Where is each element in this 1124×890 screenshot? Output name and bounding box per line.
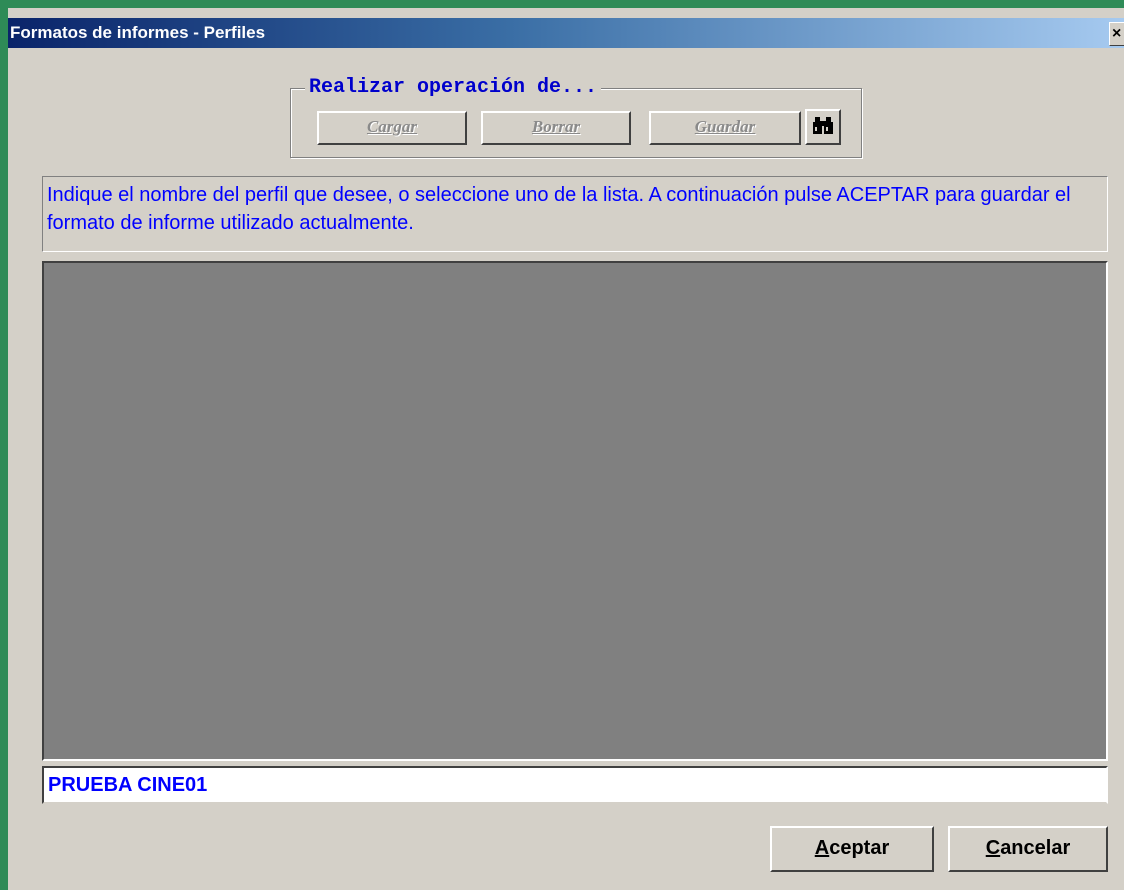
profiles-list[interactable] xyxy=(42,261,1108,761)
close-button[interactable]: × xyxy=(1109,22,1124,46)
window-title: Formatos de informes - Perfiles xyxy=(10,23,266,42)
load-button-label: Cargar xyxy=(366,117,418,136)
cancel-button-mnemonic: C xyxy=(985,837,1001,859)
delete-button-label: Borrar xyxy=(531,117,581,136)
cancel-button-label: ancelar xyxy=(1000,837,1071,859)
search-button[interactable] xyxy=(805,109,841,145)
accept-button-label: ceptar xyxy=(829,837,890,859)
operation-group-legend: Realizar operación de... xyxy=(305,76,602,99)
accept-button-mnemonic: A xyxy=(814,837,830,859)
save-button-label: Guardar xyxy=(694,117,756,136)
save-button[interactable]: Guardar xyxy=(649,111,801,145)
profile-name-input[interactable] xyxy=(42,766,1108,804)
accept-button[interactable]: Aceptar xyxy=(770,826,934,872)
instructions-text: Indique el nombre del perfil que desee, … xyxy=(42,176,1108,252)
dialog-window: Formatos de informes - Perfiles × Realiz… xyxy=(8,8,1124,890)
load-button[interactable]: Cargar xyxy=(317,111,467,145)
operation-group: Realizar operación de... Cargar Borrar G… xyxy=(290,76,862,158)
title-bar[interactable]: Formatos de informes - Perfiles × xyxy=(8,18,1124,48)
cancel-button[interactable]: Cancelar xyxy=(948,826,1108,872)
delete-button[interactable]: Borrar xyxy=(481,111,631,145)
binoculars-icon xyxy=(812,116,834,141)
